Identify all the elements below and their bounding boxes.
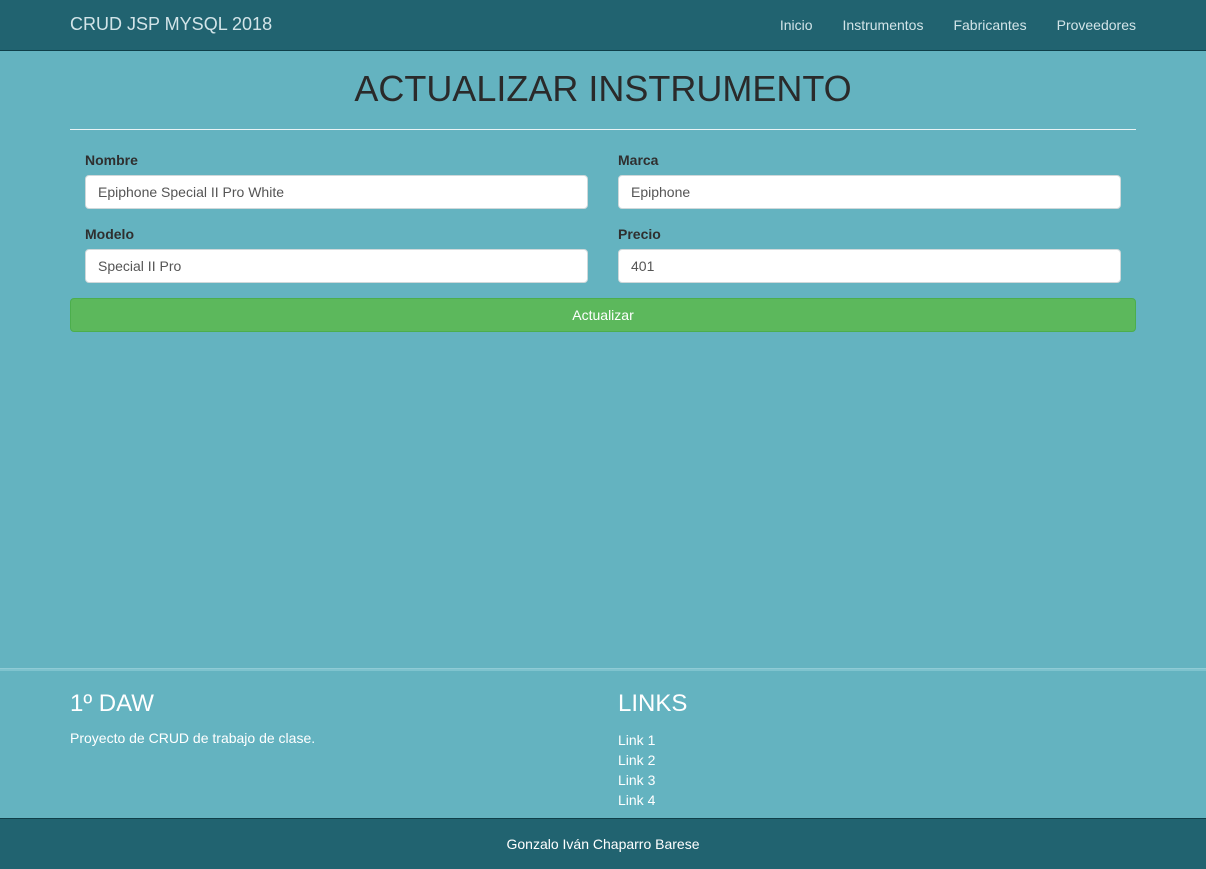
footer-link-4[interactable]: Link 4: [618, 790, 655, 810]
actualizar-button[interactable]: Actualizar: [70, 298, 1136, 332]
top-navbar: CRUD JSP MYSQL 2018 Inicio Instrumentos …: [0, 0, 1206, 51]
nav-links: Inicio Instrumentos Fabricantes Proveedo…: [780, 17, 1136, 33]
nombre-label: Nombre: [85, 152, 138, 168]
bottom-bar: Gonzalo Iván Chaparro Barese: [0, 818, 1206, 869]
marca-label: Marca: [618, 152, 659, 168]
precio-input[interactable]: [618, 249, 1121, 283]
nav-link-proveedores[interactable]: Proveedores: [1057, 17, 1136, 33]
nav-link-fabricantes[interactable]: Fabricantes: [953, 17, 1026, 33]
page-title: ACTUALIZAR INSTRUMENTO: [354, 68, 852, 109]
marca-input[interactable]: [618, 175, 1121, 209]
nav-link-instrumentos[interactable]: Instrumentos: [843, 17, 924, 33]
nav-link-inicio[interactable]: Inicio: [780, 17, 813, 33]
footer-link-2[interactable]: Link 2: [618, 750, 655, 770]
footer-description: Proyecto de CRUD de trabajo de clase.: [70, 730, 316, 746]
modelo-input[interactable]: [85, 249, 588, 283]
footer-link-3[interactable]: Link 3: [618, 770, 655, 790]
footer-links-list: Link 1 Link 2 Link 3 Link 4: [618, 730, 655, 810]
author-credit: Gonzalo Iván Chaparro Barese: [506, 836, 700, 852]
footer-links-heading: LINKS: [618, 690, 688, 717]
nombre-input[interactable]: [85, 175, 588, 209]
footer-link-1[interactable]: Link 1: [618, 730, 655, 750]
modelo-label: Modelo: [85, 226, 134, 242]
footer-divider: [0, 668, 1206, 671]
footer-left-heading: 1º DAW: [70, 690, 154, 717]
precio-label: Precio: [618, 226, 661, 242]
navbar-brand[interactable]: CRUD JSP MYSQL 2018: [70, 14, 272, 35]
title-divider: [70, 129, 1136, 130]
